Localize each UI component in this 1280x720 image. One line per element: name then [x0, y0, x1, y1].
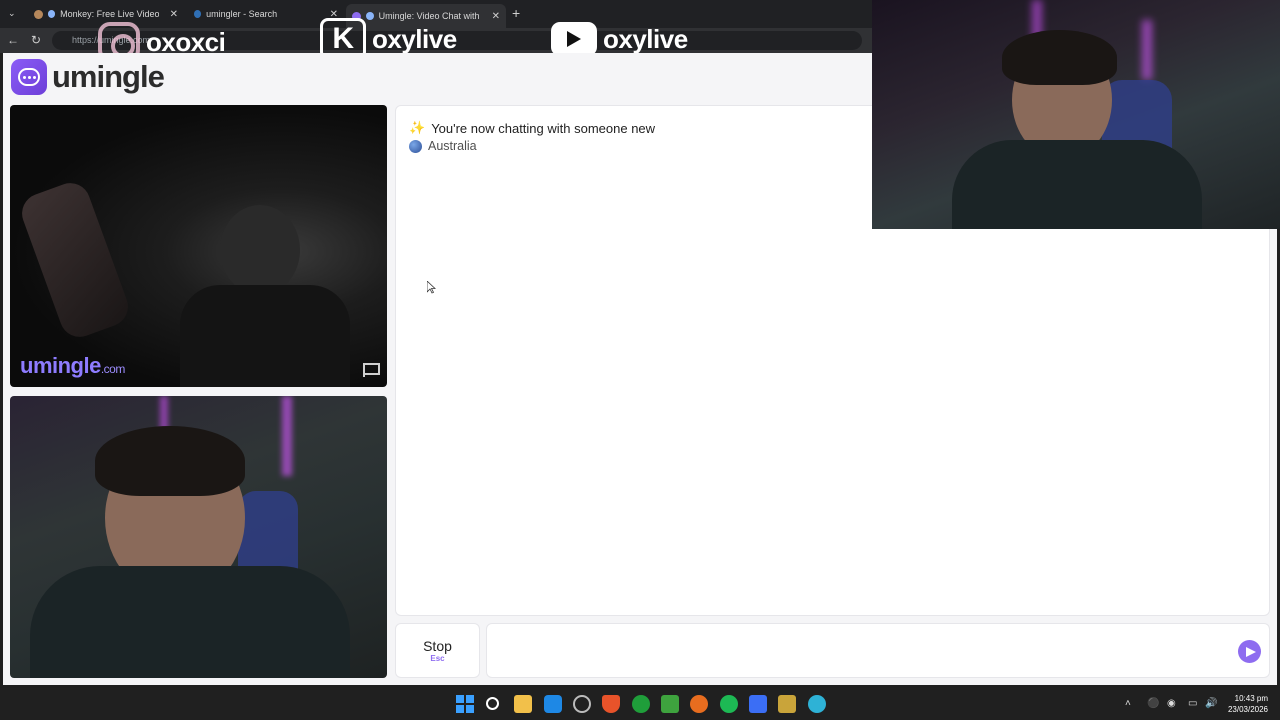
xbox-icon[interactable]	[632, 695, 650, 713]
tab-title: umingler - Search	[206, 9, 278, 19]
stop-shortcut: Esc	[430, 654, 445, 663]
self-hair	[95, 426, 245, 496]
app-icon[interactable]	[749, 695, 767, 713]
edge-icon[interactable]	[808, 695, 826, 713]
stranger-hand	[16, 177, 134, 343]
australia-flag-icon	[409, 139, 422, 153]
tray-chevron-icon[interactable]: ˄	[1125, 698, 1131, 709]
umingle-logo[interactable]: umingle	[11, 59, 165, 95]
stop-label: Stop	[423, 638, 452, 654]
volume-icon[interactable]: 🔊	[1205, 698, 1217, 709]
microphone-icon[interactable]: ⚫	[1147, 698, 1159, 709]
globe-icon	[47, 10, 56, 18]
clock-date: 23/03/2026	[1227, 705, 1268, 714]
youtube-icon	[551, 22, 597, 56]
minecraft-icon[interactable]	[661, 695, 679, 713]
clock-time: 10:43 pm	[1234, 694, 1268, 703]
youtube-handle: oxylive	[551, 22, 688, 56]
tab-list-chevron-icon[interactable]: ⌄	[8, 8, 16, 19]
streamer-shirt	[952, 140, 1202, 229]
mouse-cursor-icon	[427, 281, 436, 294]
new-tab-button[interactable]: +	[512, 5, 520, 21]
system-clock[interactable]: 10:43 pm 23/03/2026	[1228, 693, 1268, 715]
windows-taskbar: ˄ ⚫ ◉ ▭ 🔊 10:43 pm 23/03/2026	[0, 688, 1280, 720]
stranger-video: umingle.com	[10, 105, 387, 387]
umingle-watermark: umingle.com	[20, 353, 125, 378]
stranger-shirt	[180, 285, 350, 387]
brave-icon[interactable]	[602, 695, 620, 713]
send-icon[interactable]	[1238, 640, 1261, 663]
stop-button[interactable]: Stop Esc	[395, 623, 480, 678]
windows-start-icon[interactable]	[456, 695, 474, 713]
rgb-light	[1142, 20, 1152, 80]
close-tab-icon[interactable]: ✕	[492, 11, 500, 22]
url-prefix: https://	[72, 35, 100, 45]
search-icon[interactable]	[486, 697, 499, 710]
country-text: Australia	[428, 139, 477, 153]
file-explorer-icon[interactable]	[514, 695, 532, 713]
tab-monkey[interactable]: Monkey: Free Live Video Chat ✕	[28, 4, 184, 24]
youtube-handle-text: oxylive	[603, 23, 688, 54]
system-message-text: You're now chatting with someone new	[431, 120, 656, 136]
spotify-icon[interactable]	[720, 695, 738, 713]
reload-icon[interactable]: ↻	[31, 33, 41, 47]
chrome-icon[interactable]	[573, 695, 591, 713]
self-shirt	[30, 566, 350, 678]
report-flag-icon[interactable]	[363, 363, 380, 377]
monkey-favicon-icon	[34, 9, 43, 19]
self-video	[10, 396, 387, 678]
search-favicon-icon	[194, 10, 202, 18]
message-box	[486, 623, 1270, 678]
stranger-country: Australia	[409, 139, 477, 153]
message-input[interactable]	[487, 624, 1217, 677]
rgb-light	[282, 396, 292, 476]
streamer-hair	[1002, 30, 1117, 85]
system-message: ✨ You're now chatting with someone new	[409, 120, 655, 136]
close-tab-icon[interactable]: ✕	[170, 9, 178, 20]
fl-studio-icon[interactable]	[690, 695, 708, 713]
outlook-icon[interactable]	[544, 695, 562, 713]
kick-handle-text: oxylive	[372, 23, 457, 54]
logo-text: umingle	[52, 59, 165, 94]
display-icon[interactable]: ▭	[1188, 698, 1197, 709]
streamer-webcam	[872, 0, 1280, 229]
back-arrow-icon[interactable]: ←	[7, 33, 19, 47]
bluestacks-icon[interactable]	[778, 695, 796, 713]
chat-bubble-logo-icon	[11, 59, 47, 95]
network-icon[interactable]: ◉	[1167, 698, 1176, 709]
sparkles-icon: ✨	[409, 120, 426, 135]
tab-title: Monkey: Free Live Video Chat	[60, 9, 159, 19]
stranger-silhouette	[220, 205, 300, 295]
